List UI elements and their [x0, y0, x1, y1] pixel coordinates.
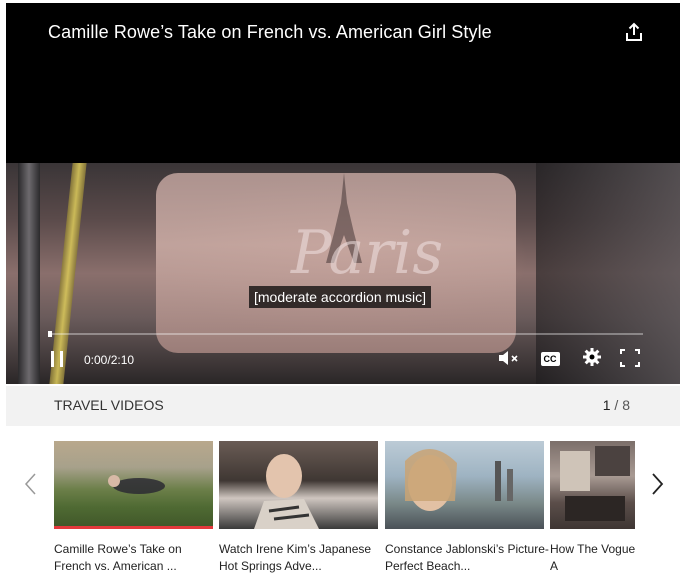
chevron-right-icon [651, 472, 665, 501]
progress-knob[interactable] [48, 331, 52, 337]
pause-button[interactable] [48, 349, 66, 369]
mute-button[interactable] [497, 350, 521, 370]
video-card[interactable]: How The Vogue For a Holiday A [550, 441, 635, 575]
video-thumbnail[interactable] [385, 441, 544, 529]
progress-bar[interactable] [48, 333, 643, 335]
time-total: 2:10 [110, 353, 135, 367]
playlist-total: 8 [622, 397, 630, 413]
pause-icon [48, 351, 66, 367]
fullscreen-button[interactable] [618, 348, 642, 372]
share-icon [625, 22, 643, 47]
time-current: 0:00 [84, 353, 108, 367]
cc-icon: CC [540, 352, 560, 366]
gear-icon [582, 347, 602, 372]
video-title: Camille Rowe’s Take on French vs. Americ… [48, 22, 492, 42]
time-display: 0:00/2:10 [84, 353, 135, 367]
playlist-current-index: 1 [602, 397, 611, 413]
video-thumbnail[interactable] [219, 441, 378, 529]
fullscreen-icon [620, 348, 640, 372]
thumbnail-graphic [108, 475, 165, 494]
video-card-title[interactable]: How The Vogue For a Holiday A [550, 541, 635, 575]
carousel-next-button[interactable] [646, 472, 670, 500]
video-frame[interactable]: Paris [6, 163, 680, 384]
caption-text: [moderate accordion music] [249, 286, 431, 308]
settings-button[interactable] [581, 347, 603, 372]
video-card[interactable]: Camille Rowe’s Take on French vs. Americ… [54, 441, 213, 575]
video-thumbnail[interactable] [550, 441, 635, 529]
frame-decoration [18, 163, 40, 384]
playlist-separator: / [614, 397, 619, 413]
video-card[interactable]: Constance Jablonski’s Picture-Perfect Be… [385, 441, 549, 575]
video-card-title[interactable]: Camille Rowe’s Take on French vs. Americ… [54, 541, 218, 575]
video-carousel: Camille Rowe’s Take on French vs. Americ… [54, 441, 635, 584]
video-card-title[interactable]: Constance Jablonski’s Picture-Perfect Be… [385, 541, 549, 575]
playlist-title: TRAVEL VIDEOS [54, 397, 164, 413]
frame-text: Paris [291, 218, 444, 288]
mute-icon [497, 349, 521, 372]
video-thumbnail[interactable] [54, 441, 213, 529]
carousel-prev-button[interactable] [18, 472, 42, 500]
thumbnail-graphic [405, 448, 513, 511]
thumbnail-graphic [254, 454, 319, 529]
video-player[interactable]: Camille Rowe’s Take on French vs. Americ… [6, 3, 680, 384]
captions-button[interactable]: CC [539, 350, 561, 368]
chevron-left-icon [23, 472, 37, 501]
share-button[interactable] [622, 21, 646, 47]
playlist-header: TRAVEL VIDEOS 1 / 8 [6, 386, 680, 426]
playlist-counter: 1 / 8 [603, 397, 630, 413]
thumbnail-graphic [560, 446, 630, 521]
video-card-title[interactable]: Watch Irene Kim’s Japanese Hot Springs A… [219, 541, 383, 575]
video-card[interactable]: Watch Irene Kim’s Japanese Hot Springs A… [219, 441, 378, 575]
